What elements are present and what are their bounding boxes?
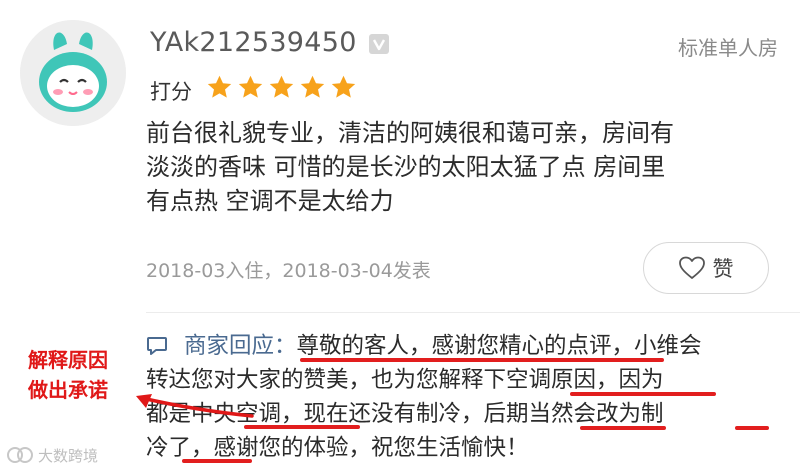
highlight-underline [580,426,666,430]
highlight-underline [735,426,769,430]
watermark-text: 大数跨境 [38,446,99,465]
review-text: 前台很礼貌专业，清洁的阿姨很和蔼可亲，房间有 淡淡的香味 可惜的是长沙的太阳太猛… [146,116,766,218]
star-rating [206,74,357,104]
highlight-underline [300,358,664,362]
reply-text: 尊敬的客人，感谢您精心的点评，小维会 [296,333,702,359]
reply-bubble-icon [147,337,167,355]
highlight-underline [182,459,252,463]
username[interactable]: YAk212539450 [150,27,357,58]
annotation-line: 解释原因 [28,348,108,372]
divider [146,312,800,313]
stay-dates: 2018-03入住，2018-03-04发表 [146,260,431,282]
star-icon [300,75,325,98]
star-icon [331,75,356,98]
annotation-note: 解释原因 做出承诺 [28,345,108,405]
highlight-underline [244,425,360,429]
rating-label: 打分 [150,80,192,104]
star-icon [269,75,294,98]
verified-badge-icon [369,34,389,54]
annotation-line: 做出承诺 [28,378,108,402]
star-icon [238,75,263,98]
like-label: 赞 [712,257,734,281]
review-text-line: 有点热 空调不是太给力 [146,187,394,215]
watermark-logo-icon [7,447,33,463]
avatar-mascot-icon [20,20,126,126]
merchant-reply: 商家回应：尊敬的客人，感谢您精心的点评，小维会 转达您对大家的赞美，也为您解释下… [146,329,784,465]
review-text-line: 淡淡的香味 可惜的是长沙的太阳太猛了点 房间里 [146,153,666,181]
annotation-arrow-icon [136,394,254,418]
review-card: YAk212539450 标准单人房 打分 前台很礼貌专业，清洁的阿姨很和蔼可亲… [0,0,800,472]
like-button[interactable]: 赞 [643,242,769,294]
highlight-underline [570,392,716,396]
review-text-line: 前台很礼貌专业，清洁的阿姨很和蔼可亲，房间有 [146,119,674,147]
star-icon [207,75,232,98]
heart-icon [678,256,705,279]
user-avatar[interactable] [20,20,126,126]
watermark: 大数跨境 [6,444,98,466]
reply-label: 商家回应： [184,333,297,359]
room-type: 标准单人房 [678,36,778,60]
